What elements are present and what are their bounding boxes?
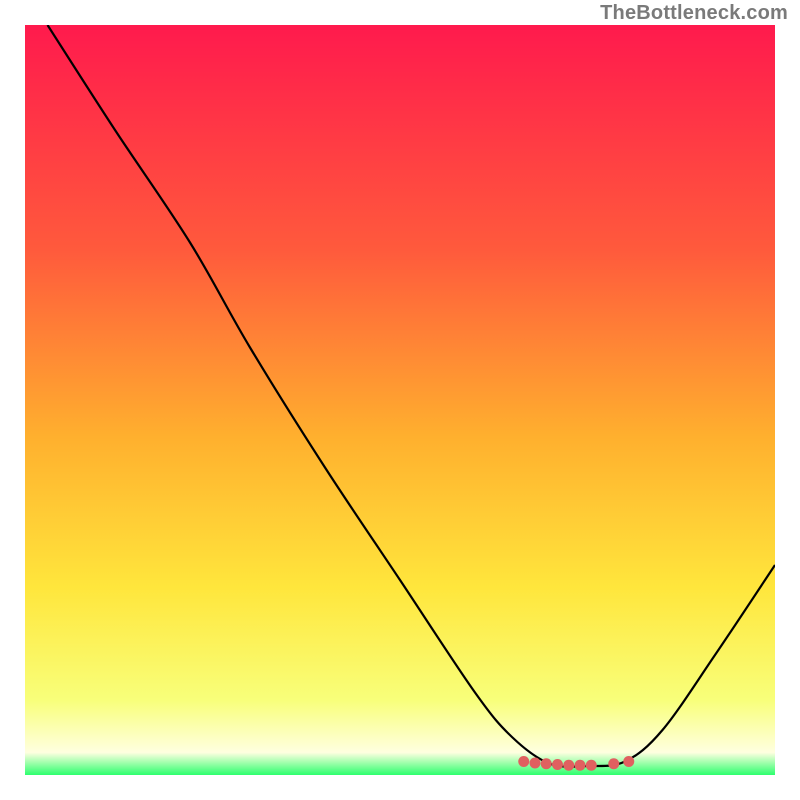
trough-marker [563,760,574,771]
trough-marker [608,758,619,769]
trough-marker [552,759,563,770]
attribution-text: TheBottleneck.com [600,2,788,25]
trough-marker [623,756,634,767]
trough-marker [518,756,529,767]
bottleneck-chart [25,25,775,775]
trough-marker [541,758,552,769]
trough-marker [530,758,541,769]
chart-background [25,25,775,775]
trough-marker [586,760,597,771]
trough-marker [575,760,586,771]
